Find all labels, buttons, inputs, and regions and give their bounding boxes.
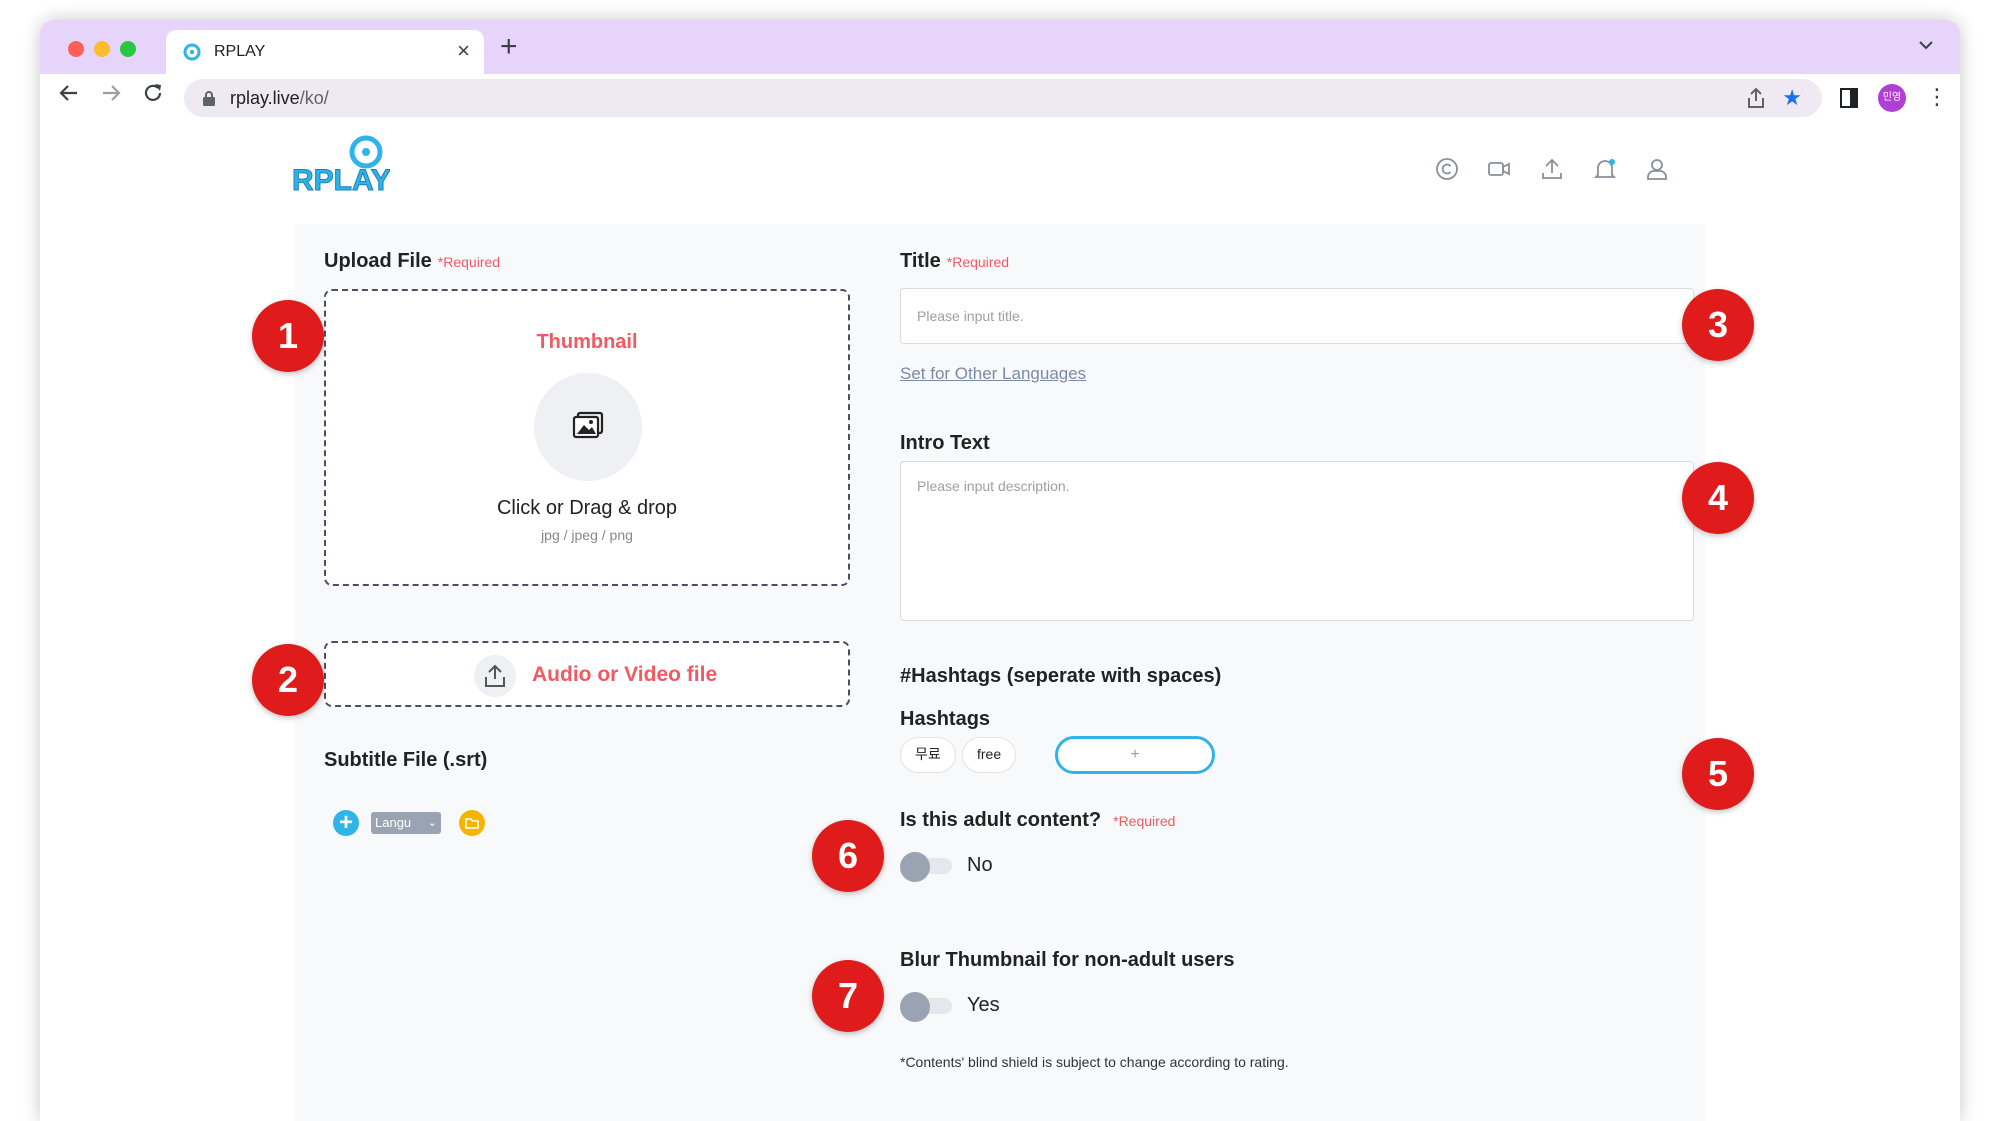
- callout-badge-2: 2: [252, 644, 324, 716]
- add-hashtag-input[interactable]: +: [1055, 736, 1215, 774]
- reload-icon[interactable]: [138, 82, 168, 112]
- tab-bar: RPLAY × +: [40, 20, 1960, 74]
- browser-menu-icon[interactable]: ⋮: [1926, 84, 1948, 110]
- intro-text-input[interactable]: [900, 461, 1694, 621]
- image-icon: [572, 411, 604, 439]
- media-file-label: Audio or Video file: [532, 663, 718, 686]
- maximize-window-button[interactable]: [120, 41, 136, 57]
- upload-form-panel: Upload File *Required Thumbnail Click or …: [295, 224, 1705, 1121]
- forward-icon[interactable]: [96, 82, 126, 112]
- thumbnail-dropzone[interactable]: Thumbnail Click or Drag & drop jpg / jpe…: [324, 289, 850, 586]
- browser-toolbar: rplay.live/ko/ ★ 민영 ⋮: [40, 74, 1960, 122]
- callout-badge-7: 7: [812, 960, 884, 1032]
- bookmark-star-icon[interactable]: ★: [1782, 85, 1802, 111]
- tab-search-icon[interactable]: [1918, 34, 1934, 55]
- close-window-button[interactable]: [68, 41, 84, 57]
- share-icon[interactable]: [1746, 87, 1766, 109]
- address-bar[interactable]: rplay.live/ko/ ★: [184, 79, 1822, 117]
- hashtags-label: Hashtags: [900, 708, 991, 730]
- title-label: Title *Required: [900, 250, 1010, 272]
- subtitle-language-select[interactable]: Langu ⌄: [371, 812, 441, 834]
- blur-thumbnail-toggle[interactable]: [900, 992, 952, 1022]
- blur-thumbnail-value: Yes: [967, 994, 1000, 1016]
- bell-icon[interactable]: [1592, 156, 1618, 182]
- hashtags-section-label: #Hashtags (seperate with spaces): [900, 665, 1222, 687]
- dropzone-formats: jpg / jpeg / png: [541, 527, 633, 543]
- hashtag-chip[interactable]: 무료: [900, 737, 956, 773]
- browser-tab[interactable]: RPLAY ×: [166, 30, 484, 74]
- image-upload-circle: [534, 373, 642, 481]
- rplay-favicon-icon: [183, 43, 201, 61]
- lock-icon: [203, 91, 215, 106]
- video-camera-icon[interactable]: [1486, 156, 1512, 182]
- callout-badge-3: 3: [1682, 289, 1754, 361]
- add-subtitle-icon[interactable]: +: [333, 810, 359, 836]
- user-icon[interactable]: [1644, 156, 1670, 182]
- browser-window: RPLAY × + rplay.live/ko/ ★ 민영 ⋮ RPLAY Up…: [40, 20, 1960, 1121]
- minimize-window-button[interactable]: [94, 41, 110, 57]
- intro-text-label: Intro Text: [900, 432, 990, 454]
- callout-badge-6: 6: [812, 820, 884, 892]
- folder-icon[interactable]: [459, 810, 485, 836]
- dropzone-instructions: Click or Drag & drop: [496, 497, 678, 519]
- media-file-dropzone[interactable]: Audio or Video file: [324, 641, 850, 707]
- thumbnail-title: Thumbnail: [536, 331, 638, 353]
- back-icon[interactable]: [54, 82, 84, 112]
- upload-file-label: Upload File *Required: [324, 250, 501, 272]
- rplay-logo[interactable]: RPLAY: [290, 134, 390, 196]
- page-viewport: RPLAY Upload File *Required Thumbnail Cl…: [40, 122, 1960, 1121]
- copyright-icon[interactable]: [1434, 156, 1460, 182]
- other-languages-link[interactable]: Set for Other Languages: [900, 364, 1086, 384]
- subtitle-file-label: Subtitle File (.srt): [324, 749, 488, 771]
- callout-badge-4: 4: [1682, 462, 1754, 534]
- hashtag-chip[interactable]: free: [962, 737, 1017, 773]
- upload-icon[interactable]: [1539, 156, 1565, 182]
- new-tab-button[interactable]: +: [500, 32, 518, 62]
- adult-content-toggle[interactable]: [900, 852, 952, 882]
- svg-text:RPLAY: RPLAY: [292, 164, 390, 196]
- adult-content-value: No: [967, 854, 993, 876]
- tab-close-icon[interactable]: ×: [457, 38, 470, 64]
- blind-shield-note: *Contents' blind shield is subject to ch…: [900, 1054, 1289, 1070]
- side-panel-icon[interactable]: [1840, 88, 1858, 108]
- upload-icon: [485, 664, 505, 687]
- callout-badge-5: 5: [1682, 738, 1754, 810]
- callout-badge-1: 1: [252, 300, 324, 372]
- upload-circle: [474, 655, 516, 697]
- title-input[interactable]: [900, 288, 1694, 344]
- url-text: rplay.live/ko/: [230, 88, 329, 108]
- profile-avatar[interactable]: 민영: [1878, 84, 1906, 112]
- blur-thumbnail-label: Blur Thumbnail for non-adult users: [900, 949, 1235, 971]
- tab-title: RPLAY: [214, 43, 266, 60]
- adult-content-label: Is this adult content? *Required: [900, 809, 1176, 831]
